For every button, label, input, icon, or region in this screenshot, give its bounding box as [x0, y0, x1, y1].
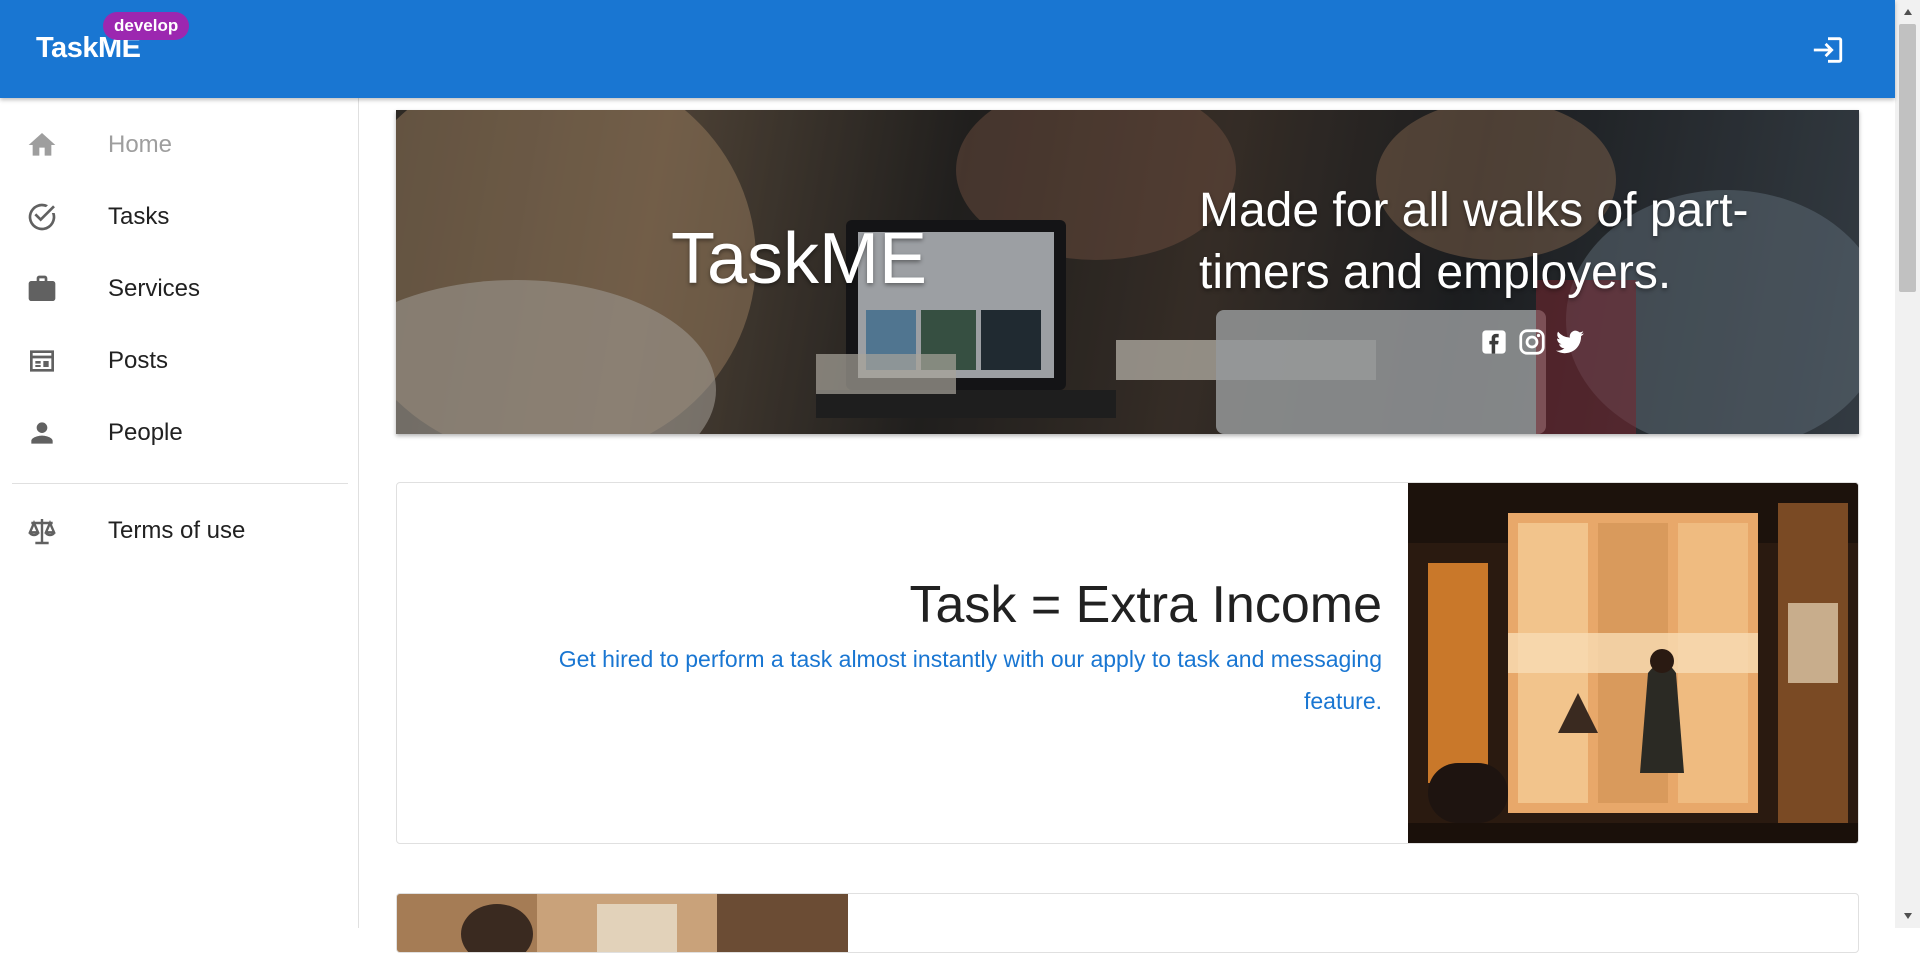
login-icon	[1813, 37, 1843, 63]
sidebar-item-label: Tasks	[108, 203, 170, 230]
instagram-icon[interactable]	[1516, 326, 1548, 358]
newspaper-icon	[26, 345, 58, 377]
feature-card-description: Get hired to perform a task almost insta…	[558, 646, 1382, 714]
sidebar-item-label: Services	[108, 275, 201, 302]
twitter-icon[interactable]	[1554, 326, 1586, 358]
feature-card-title: Task = Extra Income	[909, 576, 1382, 634]
scale-icon	[26, 515, 58, 547]
triangle-up-icon	[1903, 9, 1912, 15]
sidebar-item-services[interactable]: Services	[0, 253, 358, 325]
scroll-up-arrow[interactable]	[1895, 2, 1920, 22]
triangle-down-icon	[1903, 913, 1912, 919]
hero-banner: TaskME Made for all walks of part-timers…	[396, 110, 1859, 434]
sidebar-item-people[interactable]: People	[0, 397, 358, 469]
sidebar-item-terms[interactable]: Terms of use	[0, 495, 358, 567]
scrollbar-thumb[interactable]	[1899, 24, 1916, 292]
login-button[interactable]	[1800, 26, 1856, 74]
sidebar-item-posts[interactable]: Posts	[0, 325, 358, 397]
home-icon	[26, 129, 58, 161]
feature-card-extra-income: Task = Extra Income Get hired to perform…	[396, 482, 1859, 844]
sidebar: Home Tasks Services Posts People Terms o…	[0, 98, 359, 928]
sidebar-item-tasks[interactable]: Tasks	[0, 181, 358, 253]
sidebar-item-label: Posts	[108, 347, 169, 374]
sidebar-item-home[interactable]: Home	[0, 109, 358, 181]
social-links	[1478, 326, 1586, 358]
hero-title: TaskME	[671, 219, 928, 299]
app-bar: TaskME develop	[0, 0, 1895, 98]
facebook-icon[interactable]	[1478, 326, 1510, 358]
environment-badge: develop	[103, 12, 190, 40]
briefcase-icon	[26, 273, 58, 305]
card-image	[397, 894, 848, 952]
page-scrollbar[interactable]	[1895, 0, 1920, 928]
sidebar-item-label: People	[108, 419, 183, 446]
hero-tagline: Made for all walks of part-timers and em…	[1199, 184, 1749, 299]
check-circle-icon	[26, 201, 58, 233]
scroll-down-arrow[interactable]	[1895, 906, 1920, 926]
feature-card-second	[396, 893, 1859, 953]
sidebar-item-label: Home	[108, 131, 173, 158]
sidebar-divider	[12, 483, 348, 484]
sidebar-item-label: Terms of use	[108, 517, 246, 544]
person-icon	[26, 417, 58, 449]
storefront-image	[1408, 483, 1858, 843]
